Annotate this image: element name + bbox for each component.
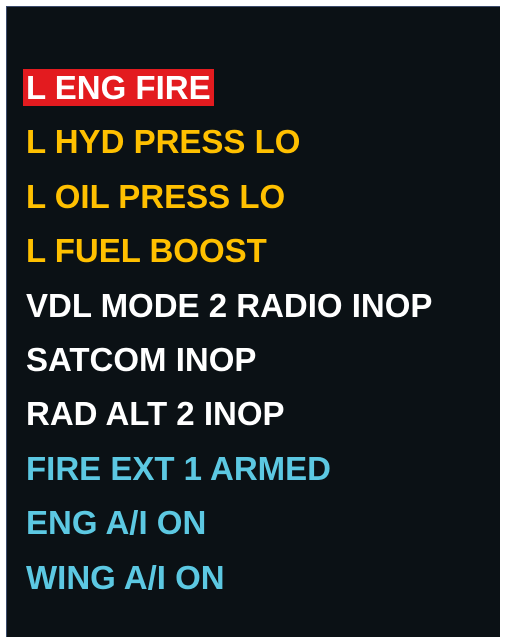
cas-message-status: FIRE EXT 1 ARMED — [23, 450, 435, 487]
cas-message-text: RAD ALT 2 INOP — [26, 395, 285, 433]
cas-message-status: WING A/I ON — [23, 559, 435, 596]
cas-message-text: L OIL PRESS LO — [26, 177, 286, 215]
cas-message-list: L ENG FIRE L HYD PRESS LO L OIL PRESS LO… — [23, 69, 435, 613]
cas-message-text: WING A/I ON — [26, 558, 225, 596]
cas-message-warning: L ENG FIRE — [23, 69, 435, 106]
cas-message-text: ENG A/I ON — [26, 504, 207, 542]
cas-message-text: L ENG FIRE — [23, 69, 214, 106]
cas-message-advisory: VDL MODE 2 RADIO INOP — [23, 287, 435, 324]
cas-message-status: ENG A/I ON — [23, 504, 435, 541]
cas-message-caution: L FUEL BOOST — [23, 232, 435, 269]
cas-message-text: L HYD PRESS LO — [26, 123, 301, 161]
cas-message-text: FIRE EXT 1 ARMED — [26, 449, 331, 487]
cas-message-text: L FUEL BOOST — [26, 232, 267, 270]
cas-message-text: VDL MODE 2 RADIO INOP — [26, 286, 433, 324]
cas-message-caution: L HYD PRESS LO — [23, 123, 435, 160]
cas-message-text: SATCOM INOP — [26, 340, 257, 378]
cas-message-advisory: SATCOM INOP — [23, 341, 435, 378]
cas-display-panel: L ENG FIRE L HYD PRESS LO L OIL PRESS LO… — [6, 6, 500, 637]
cas-message-advisory: RAD ALT 2 INOP — [23, 395, 435, 432]
cas-message-caution: L OIL PRESS LO — [23, 178, 435, 215]
